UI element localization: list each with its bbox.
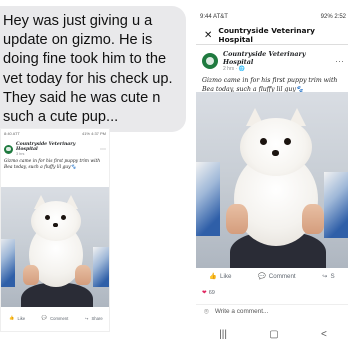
small-post-screenshot: 8:40 ATT 41% 4:37 PM Countryside Veterin… xyxy=(0,128,110,332)
page-title: Countryside Veterinary Hospital xyxy=(218,26,315,44)
large-post-actions: 👍 Like 💬 Comment ↪ S xyxy=(196,272,348,281)
post-caption: Gizmo came in for his first puppy trim w… xyxy=(4,159,101,170)
small-post-header: Countryside Veterinary Hospital 3 hrs ⋯ xyxy=(1,138,109,158)
write-comment-input[interactable]: Write a comment... xyxy=(215,308,269,315)
small-post-actions: 👍 Like 💬 Comment ↪ Share xyxy=(1,315,109,321)
comment-button[interactable]: 💬 Comment xyxy=(42,315,68,321)
page-name[interactable]: Countryside Veterinary Hospital xyxy=(16,142,97,152)
large-post-header: Countryside Veterinary Hospital 2 hrs · … xyxy=(196,46,348,74)
camera-icon[interactable]: ⌾ xyxy=(204,307,209,317)
close-icon[interactable]: ✕ xyxy=(204,30,212,41)
like-icon: 👍 xyxy=(209,273,218,280)
share-icon: ↪ xyxy=(322,272,328,280)
like-button[interactable]: 👍 Like xyxy=(209,272,231,281)
small-status-bar: 8:40 ATT 41% 4:37 PM xyxy=(4,131,106,136)
page-logo[interactable] xyxy=(4,144,13,154)
title-bar: ✕ Countryside Veterinary Hospital xyxy=(198,26,348,44)
large-post: Countryside Veterinary Hospital 2 hrs · … xyxy=(196,46,348,320)
message-bubble: Hey was just giving u a update on gizmo.… xyxy=(0,6,186,132)
post-photo[interactable] xyxy=(196,92,348,268)
comment-icon: 💬 xyxy=(258,273,266,280)
recent-apps-icon[interactable]: ||| xyxy=(219,329,227,340)
post-meta: 3 hrs xyxy=(16,152,25,156)
love-reaction-icon: ❤ xyxy=(202,290,207,296)
status-bar: 9:44 AT&T 92% 2:52 xyxy=(200,14,346,20)
share-button[interactable]: ↪ Share xyxy=(85,315,103,321)
home-icon[interactable]: ▢ xyxy=(269,329,278,340)
page-name[interactable]: Countryside Veterinary Hospital xyxy=(223,50,330,66)
back-icon[interactable]: < xyxy=(321,329,327,340)
android-nav-bar: ||| ▢ < xyxy=(198,320,348,348)
post-photo[interactable] xyxy=(1,187,109,307)
like-button[interactable]: 👍 Like xyxy=(9,315,25,321)
post-meta: 2 hrs · 🌐 xyxy=(223,66,245,72)
more-icon[interactable]: ⋯ xyxy=(335,56,344,67)
comment-button[interactable]: 💬 Comment xyxy=(258,272,296,281)
message-text: Hey was just giving u a update on gizmo.… xyxy=(3,13,173,126)
share-icon: ↪ xyxy=(84,315,89,321)
comment-icon: 💬 xyxy=(41,315,48,320)
comment-bar: ⌾ Write a comment... xyxy=(196,304,348,318)
share-button[interactable]: ↪ S xyxy=(322,272,334,280)
reactions-summary[interactable]: ❤ 69 xyxy=(202,290,215,296)
page-logo[interactable] xyxy=(202,53,218,69)
more-icon[interactable]: ⋯ xyxy=(100,146,106,153)
like-icon: 👍 xyxy=(9,315,15,320)
